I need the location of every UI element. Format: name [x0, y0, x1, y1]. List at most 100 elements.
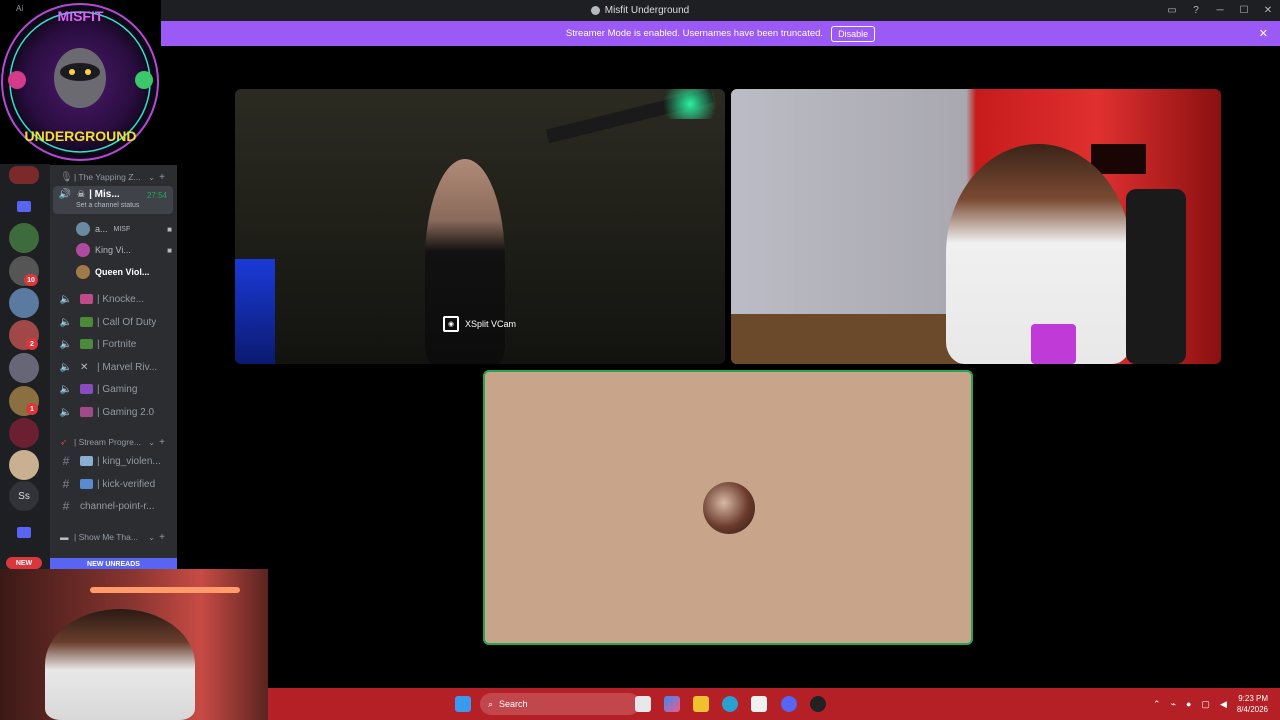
store-icon[interactable] [751, 696, 767, 712]
video-tile-1[interactable]: ◉ XSplit VCam [235, 89, 725, 364]
desk [731, 314, 981, 364]
system-tray: ⌃ ⌁ ● ▢ ◀ 9:23 PM 8/4/2026 [1153, 688, 1280, 720]
obs-icon[interactable] [810, 696, 826, 712]
rocket-icon: ➶ [60, 436, 68, 447]
channel-label: | Marvel Riv... [97, 361, 158, 373]
voice-channel[interactable]: 🔈 | Gaming 2.0 [50, 402, 177, 422]
inbox-icon[interactable]: ▭ [1160, 0, 1184, 21]
windows-start-icon[interactable] [455, 696, 471, 712]
joystick-icon [80, 407, 93, 417]
server-icon-6[interactable] [9, 353, 39, 383]
speaker-icon: 🔈 [59, 361, 73, 373]
close-window-button[interactable]: ✕ [1256, 0, 1280, 21]
category-stream[interactable]: ➶ | Stream Progre... ⌄ + [50, 432, 177, 452]
search-icon: ⌕ [488, 698, 494, 709]
voice-user[interactable]: Queen Viol... [76, 263, 176, 281]
hash-icon: # [62, 477, 70, 491]
red-light-strip [90, 587, 240, 593]
discord-icon[interactable] [781, 696, 797, 712]
add-channel-icon[interactable]: + [159, 172, 165, 183]
edge-icon[interactable] [722, 696, 738, 712]
notice-message: Streamer Mode is enabled. Usernames have… [565, 28, 824, 39]
new-unreads-badge[interactable]: NEW [6, 557, 42, 569]
chevron-up-icon[interactable]: ⌃ [1153, 699, 1161, 710]
voice-channel[interactable]: 🔈 ✕ | Marvel Riv... [50, 357, 177, 377]
voice-user[interactable]: King Vi... ■ [76, 241, 176, 259]
voice-user[interactable]: a... MISF ■ [76, 220, 176, 238]
avatar [76, 243, 90, 257]
clock[interactable]: 9:23 PM 8/4/2026 [1237, 693, 1268, 715]
xsplit-vcam-watermark: ◉ XSplit VCam [443, 316, 516, 332]
minimize-button[interactable]: ─ [1208, 0, 1232, 21]
folder-icon[interactable] [17, 201, 31, 212]
voice-channel[interactable]: 🔈 | Fortnite [50, 334, 177, 354]
server-icon-2[interactable] [9, 223, 39, 253]
crossed-swords-icon: ✕ [80, 361, 89, 373]
volume-icon[interactable]: ◀ [1220, 699, 1227, 710]
camera-icon: ■ [167, 245, 172, 255]
channel-list: 🎙 | The Yapping Z... ⌄ + 🔊 ☠ | Mis... 27… [50, 165, 177, 570]
video-tile-2[interactable] [731, 89, 1221, 364]
file-explorer-icon[interactable] [693, 696, 709, 712]
user-tag: MISF [113, 225, 131, 233]
user-name: a... [95, 224, 108, 234]
participant-tile[interactable] [483, 370, 973, 645]
user-name: King Vi... [95, 245, 131, 255]
category-yapping[interactable]: 🎙 | The Yapping Z... ⌄ + [50, 167, 177, 187]
title-bar-controls: ▭ ? ─ ☐ ✕ [1160, 0, 1280, 21]
green-light [655, 89, 725, 119]
server-rail: 10 2 1 Ss NEW [0, 160, 50, 570]
text-channel[interactable]: # | king_violen... [50, 451, 177, 471]
chart-icon [80, 479, 93, 489]
text-channel[interactable]: # | kick-verified [50, 474, 177, 494]
task-view-icon[interactable] [635, 696, 651, 712]
skull-icon: ☠ [77, 189, 86, 199]
channel-label: | king_violen... [97, 455, 161, 467]
voice-channel[interactable]: 🔈 | Call Of Duty [50, 312, 177, 332]
channel-emoji-icon [80, 294, 93, 304]
webcam-person [45, 609, 195, 720]
category-show[interactable]: ▬ | Show Me Tha... ⌄ + [50, 527, 177, 547]
microphone-icon[interactable]: ● [1186, 699, 1191, 709]
server-icon-ss[interactable]: Ss [9, 481, 39, 511]
display-icon[interactable]: ▢ [1201, 699, 1210, 710]
server-icon-9[interactable] [9, 450, 39, 480]
webcam-overlay [0, 569, 268, 720]
taskbar-search[interactable]: ⌕ Search [480, 693, 640, 715]
help-icon[interactable]: ? [1184, 0, 1208, 21]
chevron-down-icon: ⌄ [148, 172, 155, 182]
channel-label: | Gaming 2.0 [97, 406, 155, 418]
server-icon-4[interactable] [9, 288, 39, 318]
copilot-icon[interactable] [664, 696, 680, 712]
category-label: | Stream Progre... [74, 437, 141, 447]
logo-line1: MISFIT [57, 8, 104, 24]
server-icon-8[interactable] [9, 418, 39, 448]
active-voice-channel[interactable]: 🔊 ☠ | Mis... 27:54 Set a channel status [53, 186, 173, 214]
voice-channel[interactable]: 🔈 | Gaming [50, 379, 177, 399]
speaker-icon: 🔊 [58, 189, 72, 200]
disable-button[interactable]: Disable [831, 25, 876, 42]
vcam-label: XSplit VCam [465, 319, 517, 329]
voice-channel[interactable]: 🔈 | Knocke... [50, 289, 177, 309]
channel-status[interactable]: Set a channel status [76, 202, 139, 209]
add-channel-icon[interactable]: + [159, 437, 165, 448]
clock-date: 8/4/2026 [1236, 705, 1268, 714]
search-label: Search [499, 699, 528, 709]
logo-line2: UNDERGROUND [24, 128, 137, 144]
blue-light [235, 259, 275, 364]
add-channel-icon[interactable]: + [159, 532, 165, 543]
active-channel-label: | Mis... [89, 189, 120, 200]
close-notice-icon[interactable]: ✕ [1259, 27, 1268, 40]
maximize-button[interactable]: ☐ [1232, 0, 1256, 21]
speaker-icon: 🔈 [59, 316, 73, 328]
gamepad-icon [80, 384, 93, 394]
user-name: Queen Viol... [95, 267, 150, 277]
server-badge: 1 [26, 403, 38, 415]
gun-icon [80, 317, 93, 327]
network-icon[interactable]: ⌁ [1171, 699, 1176, 710]
camera-icon: ◉ [443, 316, 459, 332]
channel-label: channel-point-r... [80, 500, 155, 512]
server-icon-1[interactable] [9, 166, 39, 184]
folder-icon[interactable] [17, 527, 31, 538]
text-channel[interactable]: # channel-point-r... [50, 496, 177, 516]
